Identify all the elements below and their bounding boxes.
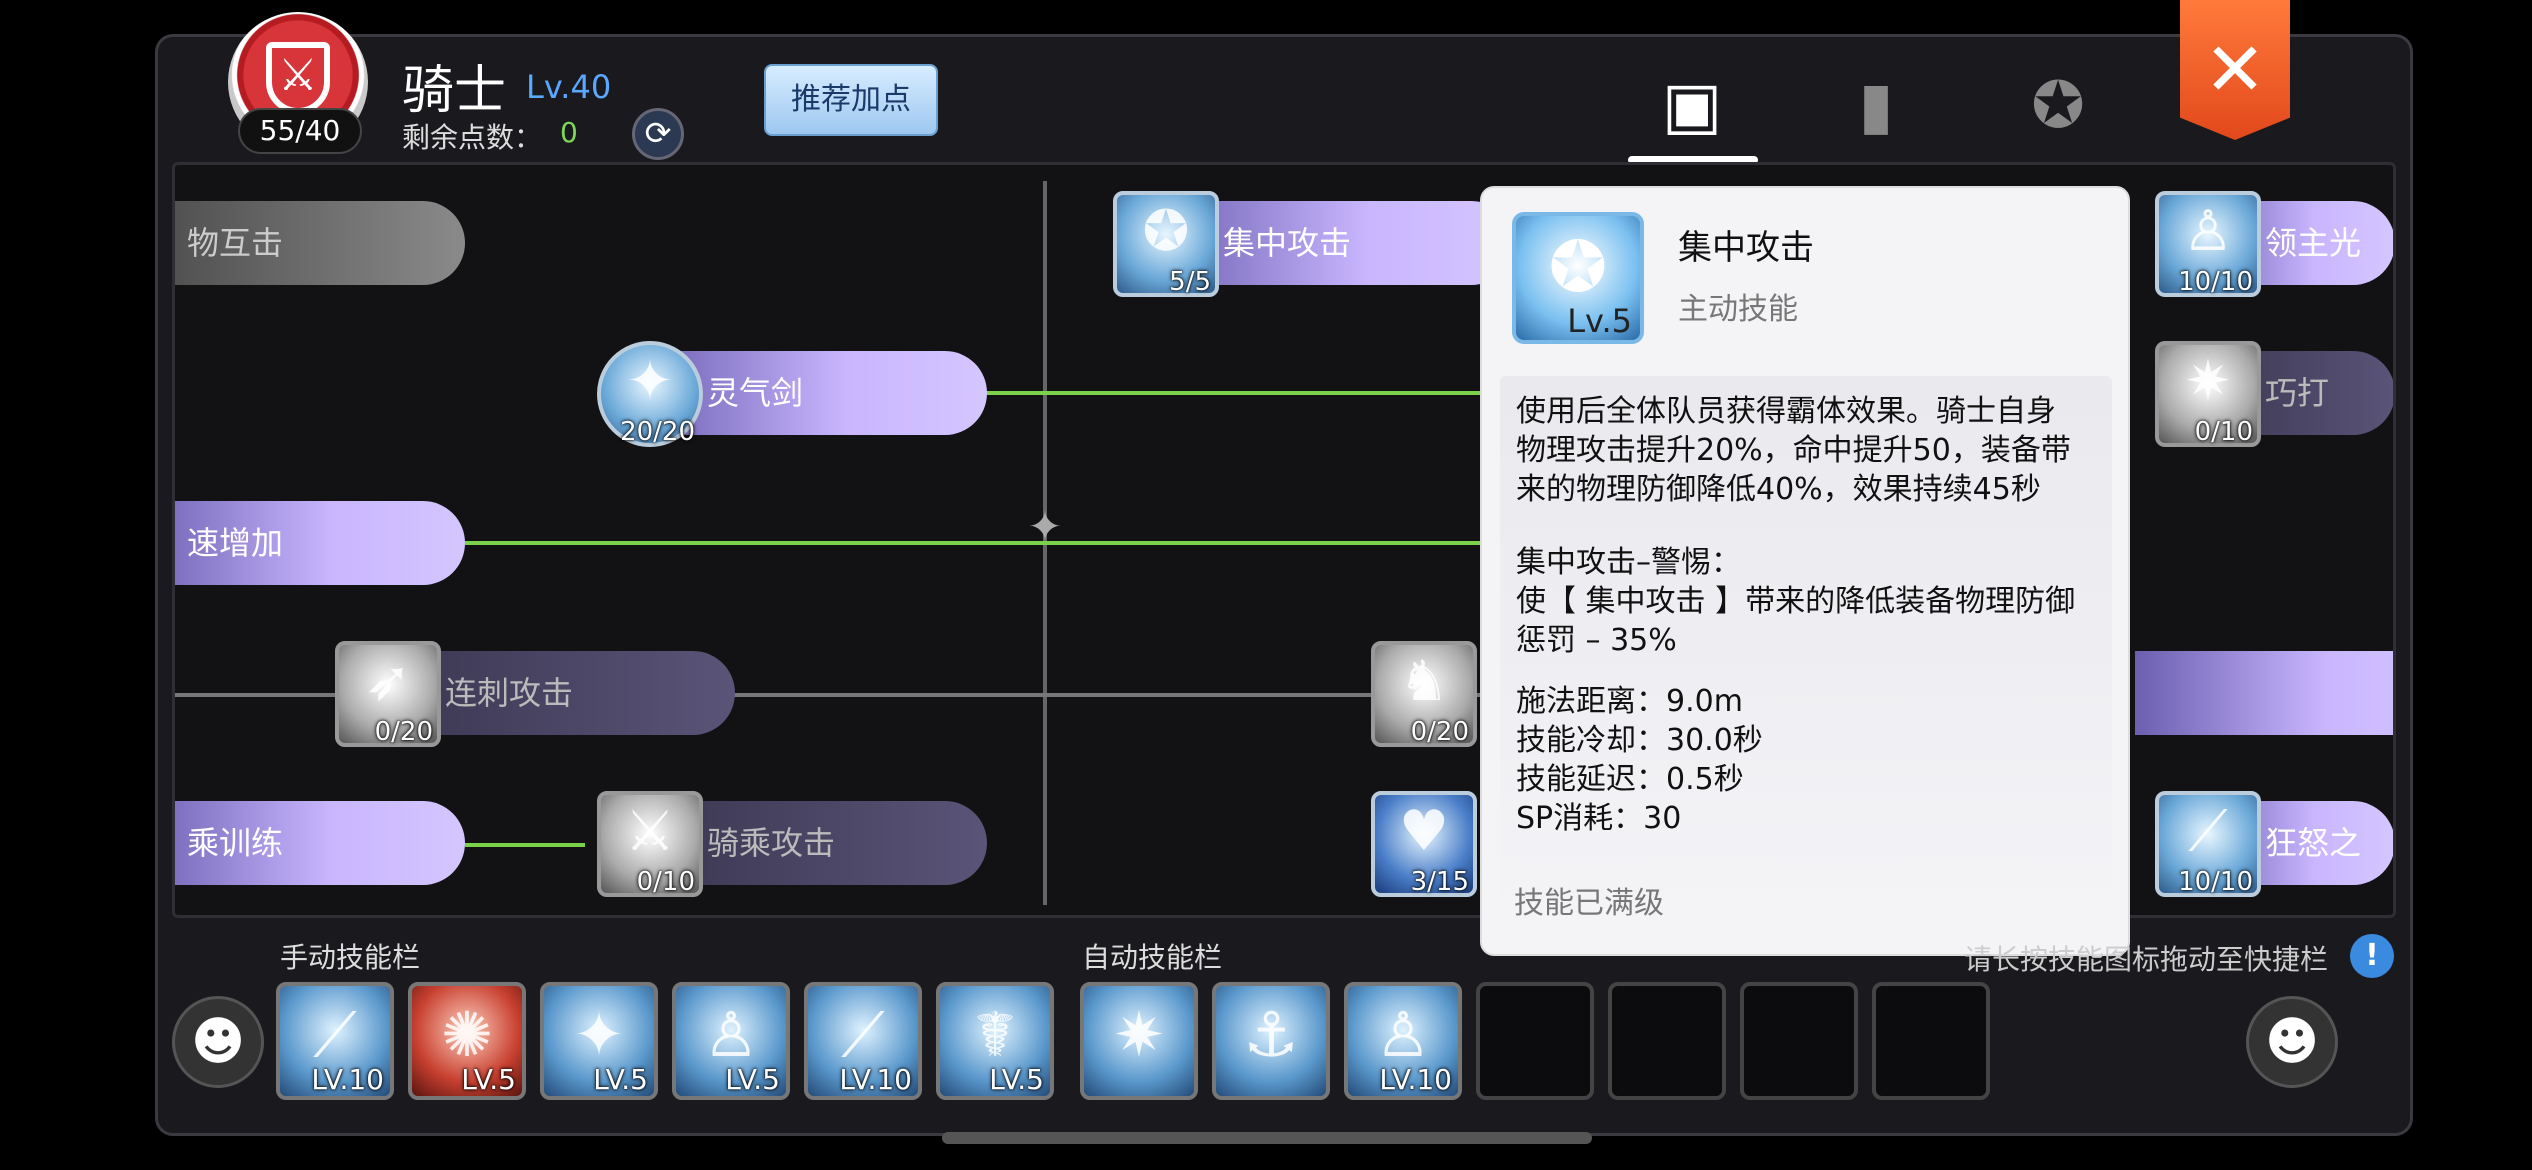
desc-line: 来的物理防御降低40%，效果持续45秒 <box>1516 472 2041 507</box>
lord-light-icon: ♙ 10/10 <box>2155 191 2261 297</box>
cat-face-icon: ☻ <box>190 1012 246 1072</box>
contact-book-icon: ▣ <box>1661 69 1723 143</box>
manual-slot[interactable]: ☤ LV.5 <box>936 982 1054 1100</box>
auto-slot[interactable]: ⚓ <box>1212 982 1330 1100</box>
skill-node[interactable]: 物互击 <box>175 199 495 287</box>
auto-bar-label: 自动技能栏 <box>1082 941 1223 974</box>
manual-slot[interactable]: ✺ LV.5 <box>408 982 526 1100</box>
skill-node-concentrate[interactable]: 集中攻击 ✪ 5/5 <box>1113 191 1533 297</box>
class-name: 骑士 <box>402 61 507 121</box>
remaining-points-value: 0 <box>560 116 578 149</box>
skill-tooltip: ✪ Lv.5 集中攻击 主动技能 使用后全体队员获得霸体效果。骑士自身 物理攻击… <box>1480 186 2130 956</box>
skill-icon: ✷ <box>1113 998 1165 1071</box>
skill-name: 物互击 <box>175 201 465 285</box>
manual-slot[interactable]: ♙ LV.5 <box>672 982 790 1100</box>
stat-line: 施法距离：9.0m <box>1516 684 1743 719</box>
skill-name: 速增加 <box>175 501 465 585</box>
pet-avatar-right[interactable]: ☻ <box>2246 996 2338 1088</box>
skill-icon: ⟋ <box>313 998 357 1071</box>
skill-node[interactable] <box>2135 649 2393 737</box>
skill-node[interactable]: 速增加 <box>175 499 495 587</box>
tab-skill-book[interactable]: ▣ <box>1646 60 1738 152</box>
tooltip-max-level: 技能已满级 <box>1514 886 1664 921</box>
concentrate-attack-icon: ✪ 5/5 <box>1113 191 1219 297</box>
skill-node[interactable]: ♞ 0/20 <box>1371 641 1481 747</box>
auto-slot-empty[interactable] <box>1740 982 1858 1100</box>
class-level: Lv.40 <box>526 68 612 106</box>
close-button[interactable]: ✕ <box>2180 0 2290 140</box>
skill-bar <box>2135 651 2393 735</box>
book-icon: ▮ <box>1858 69 1894 143</box>
fury-icon: ⟋ 10/10 <box>2155 791 2261 897</box>
smash-icon: ✷ 0/10 <box>2155 341 2261 447</box>
manual-bar-label: 手动技能栏 <box>280 941 421 974</box>
cat-face-icon: ☻ <box>2264 1012 2320 1072</box>
recommend-points-button[interactable]: 推荐加点 <box>764 64 938 136</box>
skill-node[interactable]: 领主光 ♙ 10/10 <box>2155 191 2393 297</box>
stat-line: 技能冷却：30.0秒 <box>1516 723 1763 758</box>
skill-node[interactable]: 巧打 ✷ 0/10 <box>2155 341 2393 447</box>
skill-points-badge: 55/40 <box>238 108 362 154</box>
mounted-attack-icon: ⚔ 0/10 <box>597 791 703 897</box>
skill-name: 乘训练 <box>175 801 465 885</box>
manual-slot[interactable]: ✦ LV.5 <box>540 982 658 1100</box>
skill-icon: ⚓ <box>1243 998 1299 1071</box>
sub-line: 惩罚 – 35% <box>1516 623 1677 658</box>
skill-icon: ✦ <box>573 998 625 1071</box>
aura-blade-icon: ✦ 20/20 <box>597 341 703 447</box>
skill-icon: ⟋ <box>841 998 885 1071</box>
tooltip-skill-type: 主动技能 <box>1678 292 1798 327</box>
skill-icon: ☤ <box>974 998 1016 1071</box>
star-emblem-icon: ✪ <box>2031 69 2085 143</box>
skill-icon: ✺ <box>441 998 493 1071</box>
home-indicator <box>942 1132 1592 1144</box>
remaining-points-label: 剩余点数： <box>402 121 543 154</box>
crossed-swords-icon: ⚔ <box>278 50 318 101</box>
skill-node[interactable]: 连刺攻击 ➶ 0/20 <box>335 641 755 747</box>
pet-avatar-left[interactable]: ☻ <box>172 996 264 1088</box>
tooltip-description: 使用后全体队员获得霸体效果。骑士自身 物理攻击提升20%，命中提升50，装备带 … <box>1500 376 2112 928</box>
sub-title: 集中攻击–警惕： <box>1516 545 1741 580</box>
info-icon[interactable]: ! <box>2350 934 2394 978</box>
skill-node[interactable]: ♥ 3/15 <box>1371 791 1481 897</box>
tab-guide[interactable]: ▮ <box>1830 60 1922 152</box>
desc-line: 物理攻击提升20%，命中提升50，装备带 <box>1516 433 2071 468</box>
auto-slot-empty[interactable] <box>1476 982 1594 1100</box>
stat-line: 技能延迟：0.5秒 <box>1516 762 1744 797</box>
tooltip-title: 集中攻击 <box>1678 228 1814 268</box>
skill-icon: ♙ <box>703 998 759 1071</box>
manual-slot[interactable]: ⟋ LV.10 <box>276 982 394 1100</box>
auto-slot-empty[interactable] <box>1608 982 1726 1100</box>
blue-flame-icon: ♥ 3/15 <box>1371 791 1477 897</box>
concentrate-attack-icon: ✪ Lv.5 <box>1512 212 1644 344</box>
refresh-icon: ⟳ <box>644 114 672 152</box>
auto-slot-empty[interactable] <box>1872 982 1990 1100</box>
auto-slot[interactable]: ✷ <box>1080 982 1198 1100</box>
skill-node[interactable]: 骑乘攻击 ⚔ 0/10 <box>597 791 1017 897</box>
skill-icon: ♙ <box>1375 998 1431 1071</box>
drag-hint: 请长按技能图标拖动至快捷栏 <box>1964 943 2329 976</box>
helmet-skill-icon: ♞ 0/20 <box>1371 641 1477 747</box>
skill-node[interactable]: 狂怒之 ⟋ 10/10 <box>2155 791 2393 897</box>
stat-line: SP消耗：30 <box>1516 801 1682 836</box>
reset-points-button[interactable]: ⟳ <box>632 108 684 160</box>
pierce-attack-icon: ➶ 0/20 <box>335 641 441 747</box>
desc-line: 使用后全体队员获得霸体效果。骑士自身 <box>1516 394 2056 429</box>
manual-slot[interactable]: ⟋ LV.10 <box>804 982 922 1100</box>
auto-slot[interactable]: ♙ LV.10 <box>1344 982 1462 1100</box>
sub-line: 使【 集中攻击 】带来的降低装备物理防御 <box>1516 584 2076 619</box>
skill-node[interactable]: 灵气剑 ✦ 20/20 <box>597 341 1017 447</box>
tab-rank[interactable]: ✪ <box>2012 60 2104 152</box>
skill-node[interactable]: 乘训练 <box>175 799 495 887</box>
tooltip-icon-level: Lv.5 <box>1567 302 1632 340</box>
